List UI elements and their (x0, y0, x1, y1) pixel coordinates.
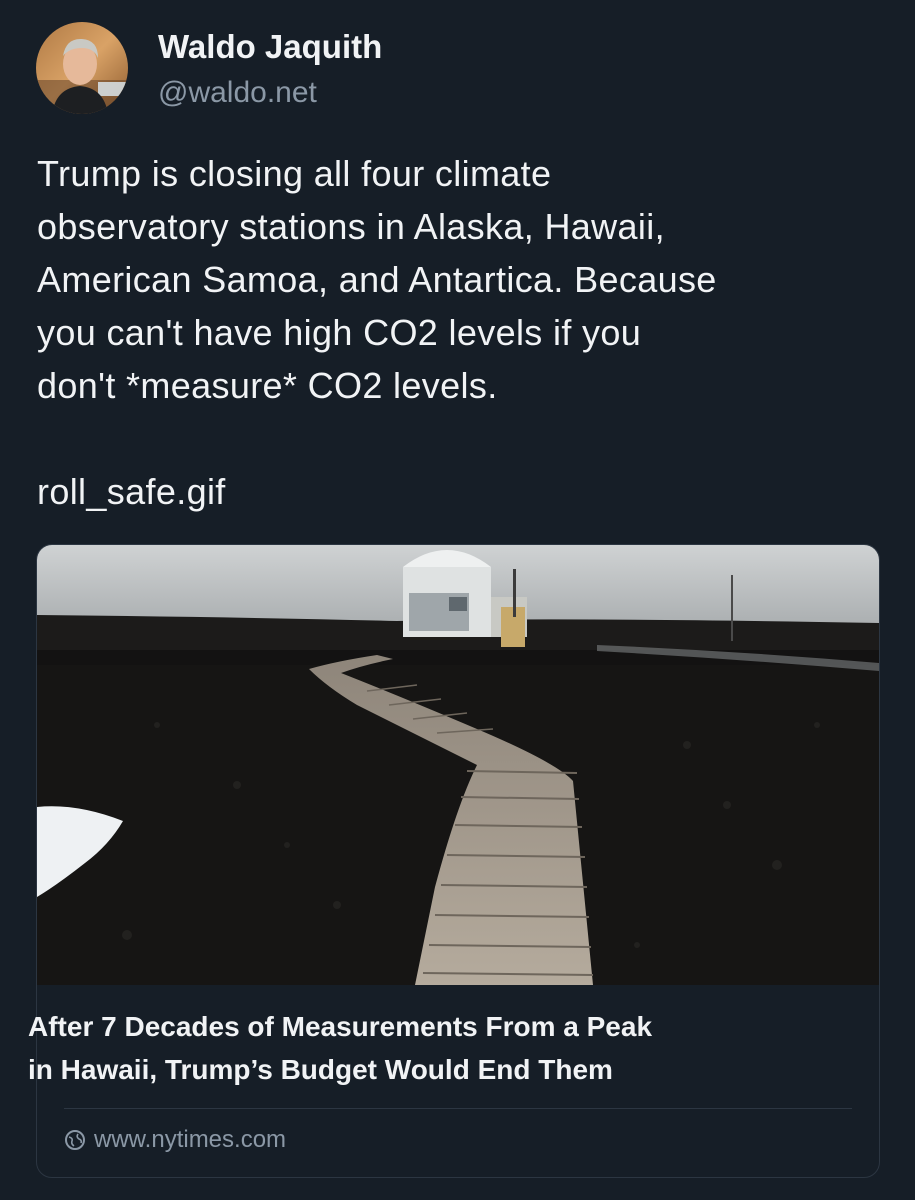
post-text: Trump is closing all four climate observ… (37, 147, 897, 518)
post-text-line: you can't have high CO2 levels if you (37, 312, 642, 353)
avatar-photo-icon (36, 22, 128, 114)
post-text-line: don't *measure* CO2 levels. (37, 365, 498, 406)
link-card-title-line: in Hawaii, Trump’s Budget Would End Them (28, 1054, 613, 1085)
post-text-line: Trump is closing all four climate (37, 153, 552, 194)
post-attachment-text: roll_safe.gif (37, 471, 226, 512)
link-card-domain: www.nytimes.com (94, 1126, 287, 1153)
observatory-photo-icon (37, 545, 879, 985)
post-text-line: observatory stations in Alaska, Hawaii, (37, 206, 665, 247)
author-display-name[interactable]: Waldo Jaquith (158, 28, 382, 66)
link-card-domain-row[interactable]: www.nytimes.com (64, 1124, 286, 1156)
author-avatar[interactable] (36, 22, 128, 114)
globe-icon (65, 1130, 85, 1150)
post-text-line: American Samoa, and Antartica. Because (37, 259, 717, 300)
card-divider (64, 1108, 852, 1109)
author-handle[interactable]: @waldo.net (158, 76, 317, 110)
post: Waldo Jaquith @waldo.net Trump is closin… (0, 0, 915, 1200)
link-card-title-line: After 7 Decades of Measurements From a P… (28, 1011, 653, 1042)
link-card-title[interactable]: After 7 Decades of Measurements From a P… (28, 1005, 828, 1091)
